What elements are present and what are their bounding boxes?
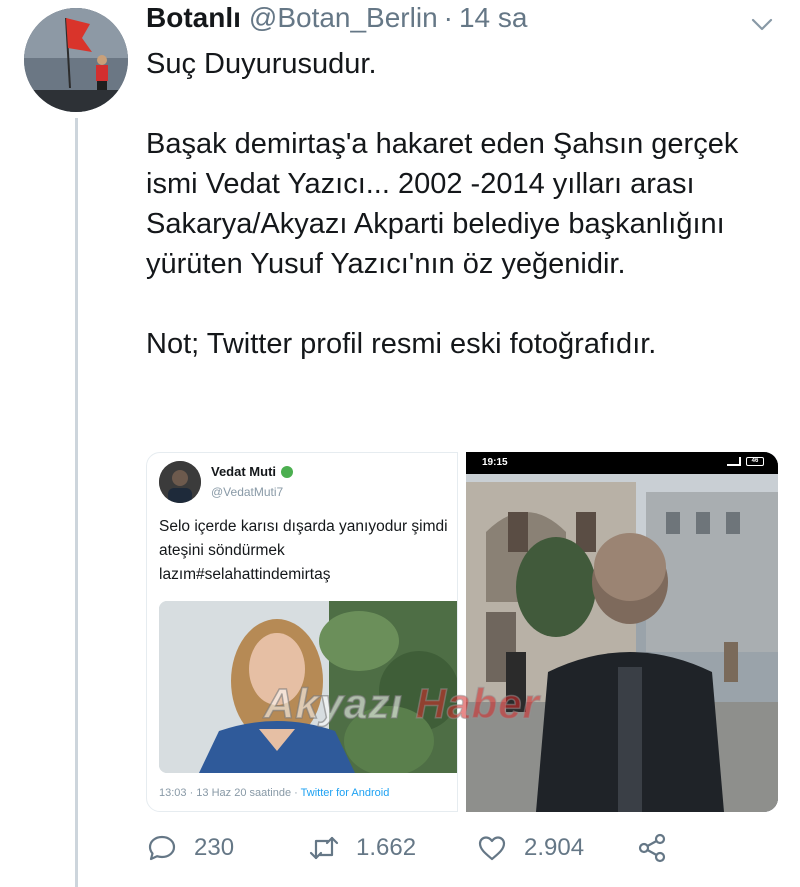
embedded-footer: 13:03 · 13 Haz 20 saatinde · Twitter for… — [159, 787, 389, 799]
timestamp[interactable]: 14 sa — [459, 2, 528, 34]
chevron-down-icon — [751, 18, 773, 31]
retweet-button[interactable]: 1.662 — [308, 824, 416, 872]
battery-icon: 46 — [746, 457, 764, 466]
tweet-actions: 230 1.662 2.904 — [146, 824, 706, 872]
status-dot-icon — [281, 465, 294, 478]
retweet-count: 1.662 — [356, 834, 417, 861]
watermark: Akyazı Haber — [263, 679, 540, 728]
tweet-paragraph: Suç Duyurusudur. — [146, 48, 377, 80]
embedded-footer-time: 13:03 · 13 Haz 20 saatinde · — [159, 787, 301, 799]
heart-icon — [478, 836, 506, 861]
share-button[interactable] — [636, 824, 684, 872]
tweet-paragraph: Başak demirtaş'a hakaret eden Şahsın ger… — [146, 128, 739, 280]
user-handle[interactable]: @Botan_Berlin — [249, 2, 438, 34]
more-options-button[interactable] — [748, 10, 776, 38]
reply-icon — [148, 835, 176, 861]
watermark-part1: Akyazı — [263, 679, 404, 728]
avatar-photo — [24, 8, 128, 112]
thread-line — [75, 118, 78, 887]
like-count: 2.904 — [524, 834, 585, 861]
retweet-icon — [309, 836, 339, 860]
display-name[interactable]: Botanlı — [146, 2, 241, 34]
profile-avatar[interactable] — [24, 8, 128, 112]
embedded-avatar — [159, 461, 201, 503]
reply-button[interactable]: 230 — [146, 824, 234, 872]
reply-count: 230 — [194, 834, 235, 861]
tweet-header: Botanlı @Botan_Berlin · 14 sa — [146, 2, 527, 42]
like-button[interactable]: 2.904 — [476, 824, 584, 872]
share-icon — [638, 833, 666, 863]
tweet-paragraph — [146, 284, 786, 324]
street-photo — [466, 452, 778, 812]
phone-status-bar: 19:15 46 — [466, 452, 778, 474]
embedded-name-text: Vedat Muti — [211, 464, 277, 479]
embedded-handle: @VedatMuti7 — [211, 485, 284, 499]
phone-status-icons: 46 — [727, 457, 764, 466]
tweet-media[interactable]: Vedat Muti @VedatMuti7 Selo içerde karıs… — [146, 452, 778, 812]
tweet-paragraph: Not; Twitter profil resmi eski fotoğrafı… — [146, 328, 657, 360]
signal-icon — [727, 457, 741, 466]
tweet-text: Suç Duyurusudur. Başak demirtaş'a hakare… — [146, 44, 786, 364]
embedded-display-name: Vedat Muti — [211, 464, 294, 479]
embedded-tweet-text: Selo içerde karısı dışarda yanıyodur şim… — [159, 518, 448, 583]
phone-status-time: 19:15 — [482, 457, 508, 468]
media-image-phone-screenshot[interactable]: 19:15 46 — [466, 452, 778, 812]
watermark-part2: Haber — [415, 679, 540, 728]
media-image-embedded-tweet[interactable]: Vedat Muti @VedatMuti7 Selo içerde karıs… — [146, 452, 458, 812]
separator: · — [443, 2, 453, 33]
embedded-footer-app: Twitter for Android — [300, 787, 390, 799]
embedded-avatar-photo — [159, 461, 201, 503]
tweet-paragraph — [146, 84, 786, 124]
